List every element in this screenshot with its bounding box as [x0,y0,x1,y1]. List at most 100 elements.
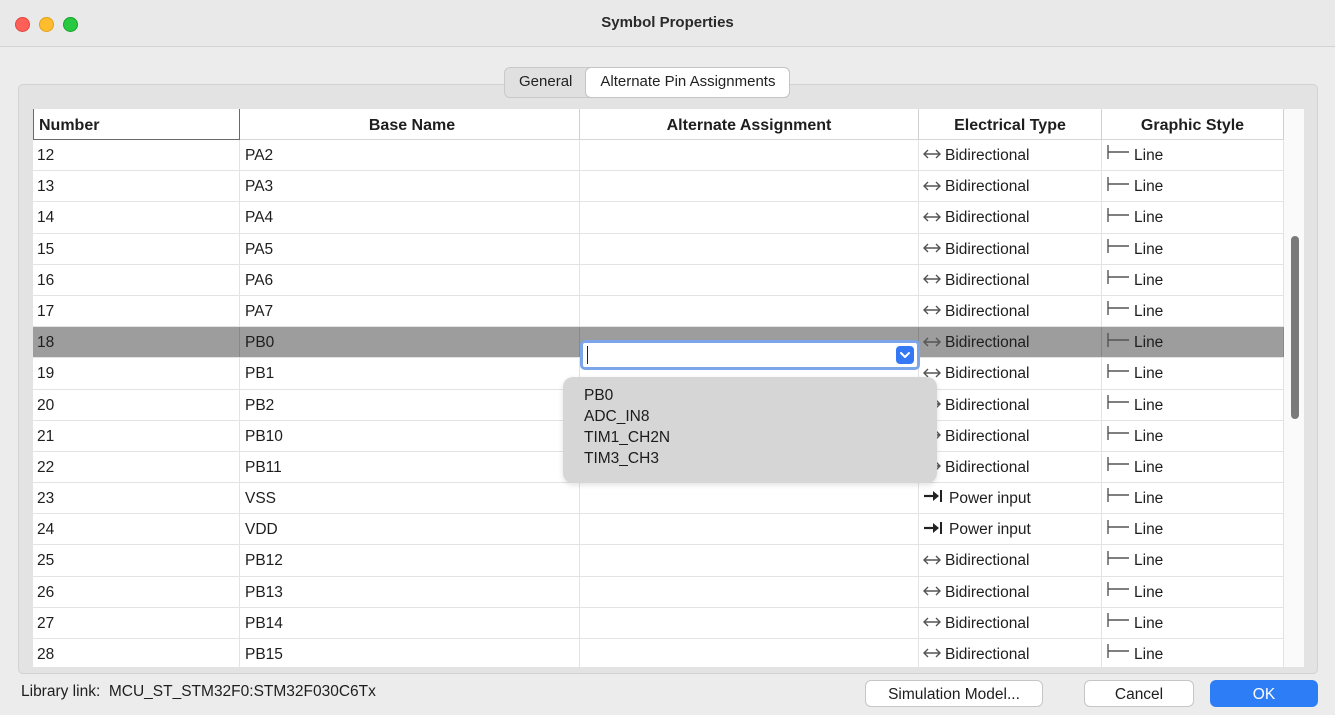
alternate-assignment-cell[interactable] [580,607,919,638]
graphic-style-cell[interactable]: Line [1102,607,1284,638]
graphic-style-cell[interactable]: Line [1102,233,1284,264]
pin-number-cell[interactable]: 21 [33,420,240,451]
pin-number-cell[interactable]: 23 [33,483,240,514]
table-row[interactable]: 25 PB12 Bidirectional Line [33,545,1284,577]
graphic-style-cell[interactable]: Line [1102,545,1284,576]
alternate-assignment-cell[interactable] [580,171,919,202]
alternate-assignment-cell[interactable] [580,576,919,607]
graphic-style-cell[interactable]: Line [1102,576,1284,607]
alternate-assignment-combobox[interactable] [580,340,920,370]
table-row[interactable]: 23 VSS Power input Line [33,483,1284,515]
electrical-type-cell[interactable]: Bidirectional [919,420,1102,451]
base-name-cell[interactable]: PB11 [240,451,580,483]
base-name-cell[interactable]: PA2 [240,140,580,171]
electrical-type-cell[interactable]: Bidirectional [919,295,1102,327]
pin-number-cell[interactable]: 17 [33,295,240,327]
dropdown-option[interactable]: TIM1_CH2N [563,427,937,448]
table-row[interactable]: 12 PA2 Bidirectional Line [33,140,1284,172]
graphic-style-cell[interactable]: Line [1102,451,1284,483]
table-row[interactable]: 17 PA7 Bidirectional Line [33,295,1284,328]
pin-number-cell[interactable]: 15 [33,233,240,264]
simulation-model-button[interactable]: Simulation Model... [865,680,1043,707]
chevron-down-icon[interactable] [896,346,914,364]
electrical-type-cell[interactable]: Bidirectional [919,171,1102,202]
table-row[interactable]: 28 PB15 Bidirectional Line [33,639,1284,667]
alternate-assignment-cell[interactable] [580,233,919,264]
tab-general[interactable]: General [505,68,586,97]
graphic-style-cell[interactable]: Line [1102,171,1284,202]
electrical-type-cell[interactable]: Bidirectional [919,607,1102,638]
alternate-assignment-cell[interactable] [580,514,919,545]
table-row[interactable]: 24 VDD Power input Line [33,514,1284,546]
pin-number-cell[interactable]: 18 [33,327,240,358]
dropdown-option[interactable]: ADC_IN8 [563,406,937,427]
alternate-assignment-cell[interactable] [580,295,919,327]
vertical-scrollbar[interactable] [1284,109,1304,667]
electrical-type-cell[interactable]: Bidirectional [919,451,1102,483]
electrical-type-cell[interactable]: Bidirectional [919,545,1102,576]
electrical-type-cell[interactable]: Bidirectional [919,140,1102,171]
column-header-electrical-type[interactable]: Electrical Type [919,109,1102,140]
base-name-cell[interactable]: PB14 [240,607,580,638]
base-name-cell[interactable]: PA5 [240,233,580,264]
electrical-type-cell[interactable]: Bidirectional [919,576,1102,607]
base-name-cell[interactable]: PB13 [240,576,580,607]
column-header-alternate-assignment[interactable]: Alternate Assignment [580,109,919,140]
graphic-style-cell[interactable]: Line [1102,514,1284,545]
pin-number-cell[interactable]: 16 [33,264,240,295]
electrical-type-cell[interactable]: Bidirectional [919,639,1102,667]
tab-alternate-pin-assignments[interactable]: Alternate Pin Assignments [586,68,790,97]
graphic-style-cell[interactable]: Line [1102,202,1284,233]
table-row[interactable]: 14 PA4 Bidirectional Line [33,202,1284,234]
alternate-assignment-cell[interactable] [580,639,919,667]
base-name-cell[interactable]: PA6 [240,264,580,295]
base-name-cell[interactable]: PA4 [240,202,580,233]
alternate-assignment-cell[interactable] [580,140,919,171]
graphic-style-cell[interactable]: Line [1102,483,1284,514]
pin-number-cell[interactable]: 22 [33,451,240,483]
scrollbar-thumb[interactable] [1291,236,1299,419]
base-name-cell[interactable]: PB1 [240,358,580,389]
base-name-cell[interactable]: PB10 [240,420,580,451]
pin-number-cell[interactable]: 13 [33,171,240,202]
base-name-cell[interactable]: PB12 [240,545,580,576]
base-name-cell[interactable]: PB0 [240,327,580,358]
electrical-type-cell[interactable]: Power input [919,514,1102,545]
graphic-style-cell[interactable]: Line [1102,327,1284,358]
electrical-type-cell[interactable]: Bidirectional [919,327,1102,358]
table-row[interactable]: 26 PB13 Bidirectional Line [33,576,1284,608]
column-header-graphic-style[interactable]: Graphic Style [1102,109,1284,140]
base-name-cell[interactable]: PA3 [240,171,580,202]
base-name-cell[interactable]: PB15 [240,639,580,667]
base-name-cell[interactable]: VDD [240,514,580,545]
graphic-style-cell[interactable]: Line [1102,639,1284,667]
base-name-cell[interactable]: PA7 [240,295,580,327]
pin-number-cell[interactable]: 19 [33,358,240,389]
table-row[interactable]: 13 PA3 Bidirectional Line [33,171,1284,203]
table-row[interactable]: 16 PA6 Bidirectional Line [33,264,1284,296]
column-header-base-name[interactable]: Base Name [240,109,580,140]
dropdown-option[interactable]: PB0 [563,385,937,406]
electrical-type-cell[interactable]: Bidirectional [919,264,1102,295]
base-name-cell[interactable]: PB2 [240,389,580,420]
table-row[interactable]: 27 PB14 Bidirectional Line [33,607,1284,639]
column-header-number[interactable]: Number [33,109,240,140]
alternate-assignment-cell[interactable] [580,483,919,514]
graphic-style-cell[interactable]: Line [1102,420,1284,451]
table-row[interactable]: 15 PA5 Bidirectional Line [33,233,1284,265]
graphic-style-cell[interactable]: Line [1102,389,1284,420]
alternate-assignment-cell[interactable] [580,545,919,576]
electrical-type-cell[interactable]: Power input [919,483,1102,514]
cancel-button[interactable]: Cancel [1084,680,1194,707]
dropdown-option[interactable]: TIM3_CH3 [563,448,937,469]
alternate-assignment-cell[interactable] [580,264,919,295]
electrical-type-cell[interactable]: Bidirectional [919,389,1102,420]
graphic-style-cell[interactable]: Line [1102,295,1284,327]
ok-button[interactable]: OK [1210,680,1318,707]
alternate-assignment-cell[interactable] [580,202,919,233]
electrical-type-cell[interactable]: Bidirectional [919,358,1102,389]
pin-number-cell[interactable]: 12 [33,140,240,171]
base-name-cell[interactable]: VSS [240,483,580,514]
pin-number-cell[interactable]: 14 [33,202,240,233]
graphic-style-cell[interactable]: Line [1102,358,1284,389]
